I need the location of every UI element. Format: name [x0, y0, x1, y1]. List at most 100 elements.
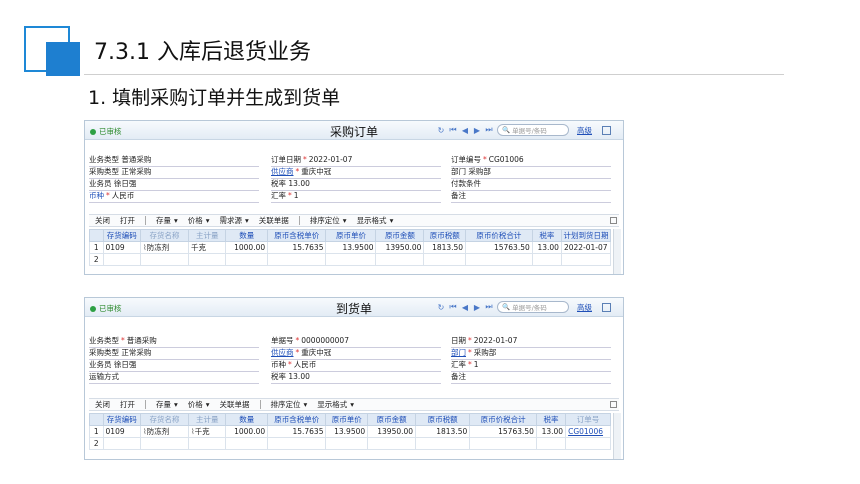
window-header: 已审核 采购订单 ↻ ⏮ ◀ ▶ ⏭ 🔍 单据号/条码 高级 — [85, 121, 623, 140]
field-dept[interactable]: 部门 * 采购部 — [451, 347, 611, 360]
column-header[interactable]: 数量 — [225, 413, 269, 426]
order-number-link[interactable]: CG01006 — [565, 425, 611, 438]
first-record-icon[interactable]: ⏮ — [449, 125, 457, 135]
chevron-down-icon[interactable]: ▾ — [206, 400, 210, 409]
last-record-icon[interactable]: ⏭ — [485, 302, 493, 312]
column-header[interactable]: 存货编码 — [102, 413, 142, 426]
field-transport[interactable]: 运输方式 — [89, 371, 259, 384]
stock-button[interactable]: 存量 — [156, 215, 171, 226]
demand-source-button[interactable]: 需求源 — [220, 215, 243, 226]
column-header[interactable]: 主计量 — [187, 413, 227, 426]
display-format-button[interactable]: 显示格式 — [357, 215, 387, 226]
last-record-icon[interactable]: ⏭ — [485, 125, 493, 135]
column-header[interactable]: 原币含税单价 — [267, 413, 327, 426]
field-biz-type[interactable]: 业务类型 普通采购 — [89, 154, 259, 167]
chevron-down-icon[interactable]: ▾ — [304, 400, 308, 409]
field-staff[interactable]: 业务员 徐日强 — [89, 359, 259, 372]
column-header[interactable]: 原币金额 — [367, 413, 417, 426]
prev-record-icon[interactable]: ◀ — [461, 126, 469, 135]
column-header — [89, 413, 104, 426]
search-input[interactable]: 🔍 单据号/条码 — [497, 124, 569, 136]
field-exchange[interactable]: 汇率 * 1 — [271, 190, 441, 203]
column-header[interactable]: 存货编码 — [102, 229, 142, 242]
column-header[interactable]: 订单号 — [565, 413, 611, 426]
column-header[interactable]: 主计量 — [187, 229, 227, 242]
field-biz-type[interactable]: 业务类型 * 普通采购 — [89, 335, 259, 348]
open-button[interactable]: 打开 — [120, 215, 135, 226]
expand-icon[interactable] — [610, 401, 617, 408]
search-input[interactable]: 🔍 单据号/条码 — [497, 301, 569, 313]
refresh-icon[interactable]: ↻ — [437, 303, 445, 312]
open-button[interactable]: 打开 — [120, 399, 135, 410]
next-record-icon[interactable]: ▶ — [473, 126, 481, 135]
detail-grid: 存货编码 存货名称 主计量 数量 原币含税单价 原币单价 原币金额 原币税额 原… — [89, 229, 612, 266]
advanced-search-link[interactable]: 高级 — [577, 125, 592, 136]
field-currency[interactable]: 币种 * 人民币 — [89, 190, 259, 203]
price-button[interactable]: 价格 — [188, 215, 203, 226]
field-staff[interactable]: 业务员 徐日强 — [89, 178, 259, 191]
table-row[interactable]: 1 0109 ⌇防冻剂 千克 1000.00 15.7635 13.9500 1… — [89, 241, 612, 254]
related-docs-button[interactable]: 关联单据 — [220, 399, 250, 410]
stock-button[interactable]: 存量 — [156, 399, 171, 410]
column-header[interactable]: 原币价税合计 — [469, 413, 537, 426]
sort-locate-button[interactable]: 排序定位 — [310, 215, 340, 226]
chevron-down-icon[interactable]: ▾ — [350, 400, 354, 409]
chevron-down-icon[interactable]: ▾ — [245, 216, 249, 225]
column-header[interactable]: 原币税额 — [415, 413, 471, 426]
field-doc-no[interactable]: 单据号 * 0000000007 — [271, 335, 441, 348]
record-navigation: ↻ ⏮ ◀ ▶ ⏭ 🔍 单据号/条码 高级 — [437, 301, 611, 313]
field-date[interactable]: 日期 * 2022-01-07 — [451, 335, 611, 348]
field-pay-terms[interactable]: 付款条件 — [451, 178, 611, 191]
column-header[interactable]: 原币含税单价 — [267, 229, 327, 242]
close-button[interactable]: 关闭 — [95, 399, 110, 410]
column-header[interactable]: 原币税额 — [423, 229, 467, 242]
field-remark[interactable]: 备注 — [451, 190, 611, 203]
column-header[interactable]: 税率 — [535, 413, 567, 426]
expand-icon[interactable] — [610, 217, 617, 224]
field-tax-rate[interactable]: 税率 13.00 — [271, 178, 441, 191]
field-purchase-type[interactable]: 采购类型 正常采购 — [89, 166, 259, 179]
field-order-no[interactable]: 订单编号 * CG01006 — [451, 154, 611, 167]
column-header[interactable]: 存货名称 — [140, 229, 189, 242]
chevron-down-icon[interactable]: ▾ — [174, 216, 178, 225]
column-header[interactable]: 计划到货日期 — [560, 229, 612, 242]
grid-scrollbar[interactable] — [613, 413, 621, 459]
column-header[interactable]: 税率 — [531, 229, 562, 242]
field-supplier[interactable]: 供应商 * 重庆中冠 — [271, 347, 441, 360]
window-layout-icon[interactable] — [602, 302, 611, 312]
field-remark[interactable]: 备注 — [451, 371, 611, 384]
first-record-icon[interactable]: ⏮ — [449, 302, 457, 312]
sort-locate-button[interactable]: 排序定位 — [271, 399, 301, 410]
field-purchase-type[interactable]: 采购类型 正常采购 — [89, 347, 259, 360]
grid-scrollbar[interactable] — [613, 229, 621, 274]
chevron-down-icon[interactable]: ▾ — [174, 400, 178, 409]
prev-record-icon[interactable]: ◀ — [461, 303, 469, 312]
column-header[interactable]: 数量 — [225, 229, 269, 242]
table-row[interactable]: 2 — [89, 437, 611, 450]
related-docs-button[interactable]: 关联单据 — [259, 215, 289, 226]
advanced-search-link[interactable]: 高级 — [577, 302, 592, 313]
field-exchange[interactable]: 汇率 * 1 — [451, 359, 611, 372]
display-format-button[interactable]: 显示格式 — [317, 399, 347, 410]
field-supplier[interactable]: 供应商 * 重庆中冠 — [271, 166, 441, 179]
next-record-icon[interactable]: ▶ — [473, 303, 481, 312]
field-tax-rate[interactable]: 税率 13.00 — [271, 371, 441, 384]
table-row[interactable]: 1 0109 ⌇防冻剂 ⌇千克 1000.00 15.7635 13.9500 … — [89, 425, 611, 438]
field-order-date[interactable]: 订单日期 * 2022-01-07 — [271, 154, 441, 167]
column-header[interactable]: 原币单价 — [325, 229, 377, 242]
close-button[interactable]: 关闭 — [95, 215, 110, 226]
column-header[interactable]: 存货名称 — [140, 413, 189, 426]
column-header[interactable]: 原币价税合计 — [465, 229, 533, 242]
field-dept[interactable]: 部门 采购部 — [451, 166, 611, 179]
table-row[interactable]: 2 — [89, 253, 612, 266]
chevron-down-icon[interactable]: ▾ — [206, 216, 210, 225]
price-button[interactable]: 价格 — [188, 399, 203, 410]
chevron-down-icon[interactable]: ▾ — [390, 216, 394, 225]
column-header[interactable]: 原币单价 — [325, 413, 369, 426]
field-currency[interactable]: 币种 * 人民币 — [271, 359, 441, 372]
detail-grid: 存货编码 存货名称 主计量 数量 原币含税单价 原币单价 原币金额 原币税额 原… — [89, 413, 611, 450]
column-header[interactable]: 原币金额 — [375, 229, 425, 242]
window-layout-icon[interactable] — [602, 125, 611, 135]
refresh-icon[interactable]: ↻ — [437, 126, 445, 135]
chevron-down-icon[interactable]: ▾ — [343, 216, 347, 225]
